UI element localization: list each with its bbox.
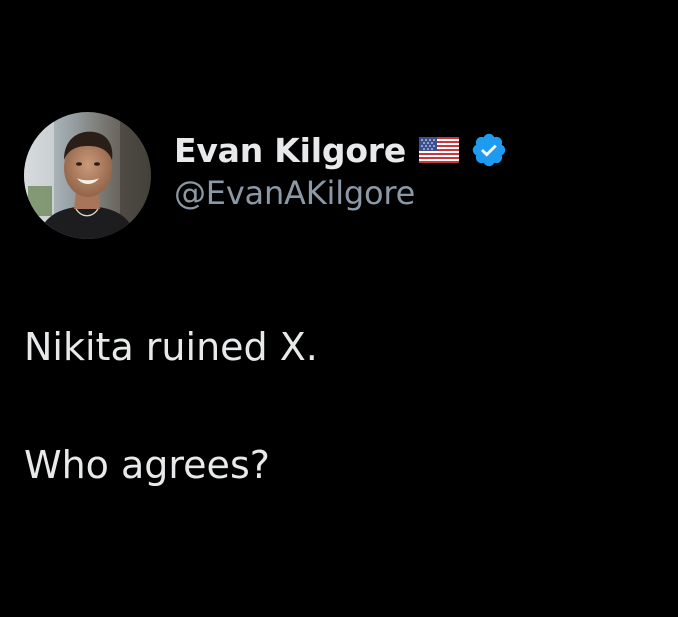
display-name[interactable]: Evan Kilgore [174,131,406,170]
tweet-line-2: Who agrees? [24,443,270,487]
line-break [24,374,318,438]
author-info: Evan Kilgore @EvanAKilgore [174,128,508,212]
us-flag-icon [419,137,460,163]
avatar[interactable] [24,112,151,239]
tweet-card: Evan Kilgore @EvanAKilgore Nikita ruined… [0,0,678,617]
tweet-text: Nikita ruined X. Who agrees? [24,320,318,492]
handle[interactable]: @EvanAKilgore [174,174,508,212]
tweet-line-1: Nikita ruined X. [24,325,318,369]
verified-badge-icon[interactable] [470,131,508,169]
name-row: Evan Kilgore [174,128,508,172]
avatar-photo [24,112,151,239]
tweet-header: Evan Kilgore @EvanAKilgore [24,112,508,239]
